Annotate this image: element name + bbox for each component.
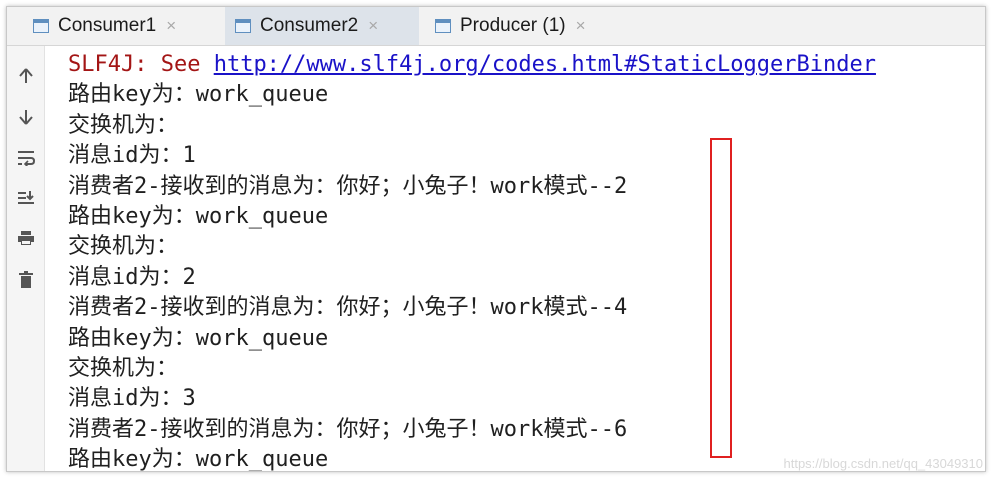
- print-icon[interactable]: [7, 226, 44, 250]
- run-tab-bar: Consumer1 × Consumer2 × Producer (1) ×: [7, 7, 985, 46]
- tab-label: Producer (1): [460, 15, 566, 36]
- log-line: 消息id为：2: [68, 264, 196, 290]
- tab-producer[interactable]: Producer (1) ×: [425, 7, 625, 45]
- slf4j-link[interactable]: http://www.slf4j.org/codes.html#StaticLo…: [214, 52, 876, 77]
- tab-consumer2[interactable]: Consumer2 ×: [225, 7, 419, 45]
- tab-label: Consumer2: [260, 15, 359, 36]
- tab-consumer1[interactable]: Consumer1 ×: [23, 7, 219, 45]
- log-line: 消息id为：1: [68, 143, 196, 169]
- close-icon[interactable]: ×: [368, 16, 378, 36]
- arrow-up-icon[interactable]: [7, 64, 44, 88]
- log-line: 路由key为：work_queue: [68, 325, 329, 351]
- slf4j-prefix: SLF4J: See: [68, 52, 214, 77]
- log-line: 交换机为：: [68, 355, 179, 381]
- log-line: 交换机为：: [68, 234, 179, 260]
- arrow-down-icon[interactable]: [7, 105, 44, 129]
- console-toolbar: [7, 46, 45, 471]
- console-tab-icon: [33, 19, 49, 33]
- trash-icon[interactable]: [7, 268, 44, 292]
- log-line: 路由key为：work_queue: [68, 82, 329, 108]
- watermark: https://blog.csdn.net/qq_43049310: [783, 456, 984, 471]
- log-line: 交换机为：: [68, 112, 179, 138]
- log-line: 消费者2-接收到的消息为：你好；小兔子！work模式--4: [68, 295, 628, 321]
- console-tab-icon: [235, 19, 251, 33]
- close-icon[interactable]: ×: [576, 16, 586, 36]
- slf4j-warning-line: SLF4J: See http://www.slf4j.org/codes.ht…: [68, 50, 985, 80]
- console-tab-icon: [435, 19, 451, 33]
- close-icon[interactable]: ×: [166, 16, 176, 36]
- log-line: 消息id为：3: [68, 386, 196, 412]
- highlight-box: [710, 138, 732, 458]
- scroll-to-end-icon[interactable]: [7, 186, 44, 210]
- log-line: 路由key为：work_queue: [68, 203, 329, 229]
- console-window: Consumer1 × Consumer2 × Producer (1) × S…: [6, 6, 986, 472]
- tab-label: Consumer1: [58, 15, 157, 36]
- console-output[interactable]: SLF4J: See http://www.slf4j.org/codes.ht…: [68, 50, 985, 471]
- log-line: 消费者2-接收到的消息为：你好；小兔子！work模式--2: [68, 173, 628, 199]
- soft-wrap-icon[interactable]: [7, 146, 44, 170]
- log-line: 消费者2-接收到的消息为：你好；小兔子！work模式--6: [68, 416, 628, 442]
